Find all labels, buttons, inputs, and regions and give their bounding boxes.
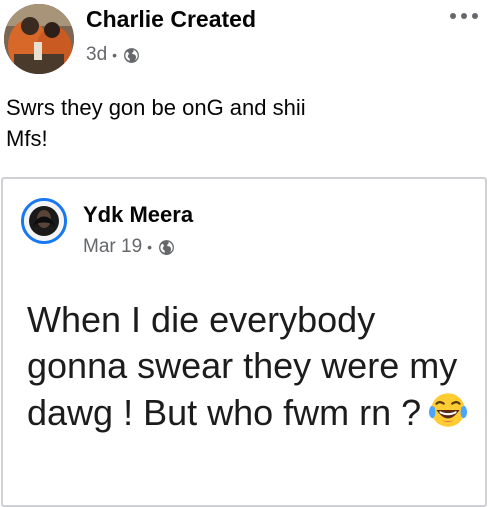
face-with-tears-of-joy-icon bbox=[429, 393, 468, 427]
meta-separator: • bbox=[112, 47, 118, 63]
shared-post-text: When I die everybody gonna swear they we… bbox=[27, 297, 477, 436]
globe-icon[interactable] bbox=[123, 47, 140, 64]
shared-author-avatar-image bbox=[24, 201, 64, 241]
more-dot bbox=[472, 13, 478, 19]
shared-post-meta: Mar 19 • bbox=[83, 236, 175, 258]
shared-post-text-content: When I die everybody gonna swear they we… bbox=[27, 299, 458, 433]
author-avatar[interactable] bbox=[4, 4, 74, 74]
author-name[interactable]: Charlie Created bbox=[86, 6, 256, 33]
more-dot bbox=[461, 13, 467, 19]
post-meta: 3d • bbox=[86, 44, 140, 66]
globe-icon[interactable] bbox=[158, 239, 175, 256]
post-text: Swrs they gon be onG and shii Mfs! bbox=[6, 95, 306, 151]
more-dot bbox=[450, 13, 456, 19]
shared-post-card[interactable]: Ydk Meera Mar 19 • When I die everybody … bbox=[1, 177, 487, 507]
author-avatar-image bbox=[4, 4, 74, 74]
more-options-icon[interactable] bbox=[450, 6, 478, 26]
shared-author-avatar[interactable] bbox=[21, 198, 67, 244]
shared-post-timestamp[interactable]: Mar 19 bbox=[83, 236, 142, 258]
shared-author-name[interactable]: Ydk Meera bbox=[83, 202, 193, 228]
meta-separator: • bbox=[147, 239, 153, 255]
post-header: Charlie Created 3d • bbox=[0, 0, 492, 80]
post-timestamp[interactable]: 3d bbox=[86, 44, 107, 66]
